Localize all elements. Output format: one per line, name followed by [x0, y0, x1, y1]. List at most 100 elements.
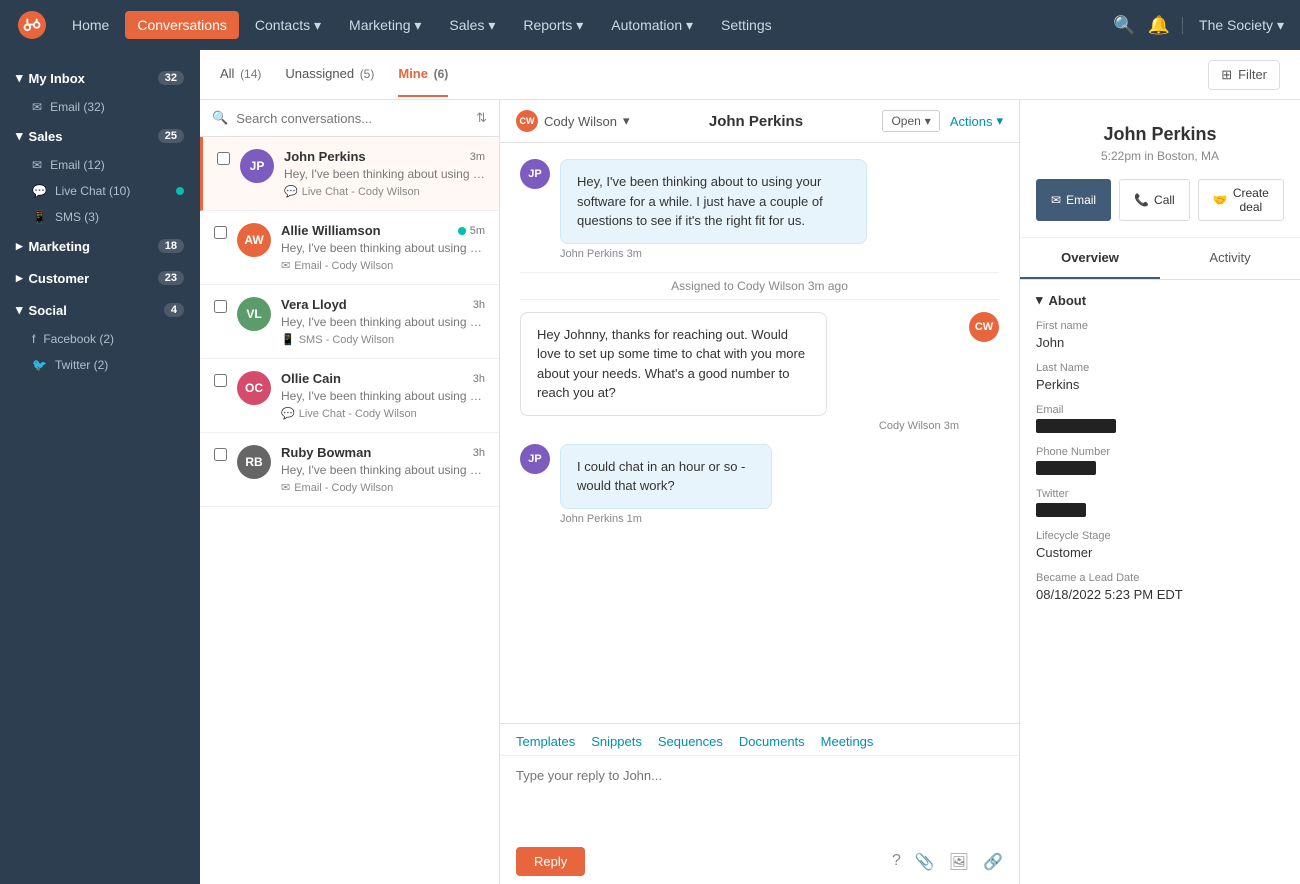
list-item[interactable]: AW Allie Williamson 5m Hey, I've been th… — [200, 211, 499, 285]
system-message: Assigned to Cody Wilson 3m ago — [520, 272, 999, 300]
tab-overview[interactable]: Overview — [1020, 238, 1160, 279]
list-item[interactable]: RB Ruby Bowman 3h Hey, I've been thinkin… — [200, 433, 499, 507]
nav-conversations[interactable]: Conversations — [125, 11, 239, 39]
conversation-checkbox[interactable] — [214, 374, 227, 387]
about-field-phone: Phone Number — [1036, 446, 1284, 476]
toolbar-sequences[interactable]: Sequences — [658, 734, 723, 749]
email-icon: ✉ — [281, 481, 290, 494]
conversation-items: JP John Perkins 3m Hey, I've been thinki… — [200, 137, 499, 884]
right-panel: John Perkins 5:22pm in Boston, MA ✉ Emai… — [1020, 100, 1300, 884]
conversation-checkbox[interactable] — [214, 300, 227, 313]
toolbar-templates[interactable]: Templates — [516, 734, 575, 749]
about-field-lastname: Last Name Perkins — [1036, 362, 1284, 392]
sort-icon[interactable]: ⇅ — [476, 110, 487, 126]
message-meta: Cody Wilson 3m — [520, 420, 959, 432]
nav-automation[interactable]: Automation ▾ — [599, 11, 705, 40]
chat-messages: JP Hey, I've been thinking about to usin… — [500, 143, 1019, 723]
online-indicator — [176, 187, 184, 195]
toolbar-documents[interactable]: Documents — [739, 734, 805, 749]
sidebar-section-social[interactable]: ▾ Social 4 — [0, 294, 200, 326]
notifications-icon[interactable]: 🔔 — [1148, 15, 1170, 36]
sidebar-section-marketing[interactable]: ▸ Marketing 18 — [0, 230, 200, 262]
message-bubble: Hey Johnny, thanks for reaching out. Wou… — [520, 312, 827, 416]
chevron-down-icon: ▾ — [1036, 292, 1043, 308]
tab-mine[interactable]: Mine (6) — [398, 52, 448, 97]
message-row: JP Hey, I've been thinking about to usin… — [520, 159, 999, 260]
deal-icon: 🤝 — [1213, 193, 1228, 207]
list-item[interactable]: VL Vera Lloyd 3h Hey, I've been thinking… — [200, 285, 499, 359]
toolbar-meetings[interactable]: Meetings — [821, 734, 874, 749]
conversation-checkbox[interactable] — [214, 448, 227, 461]
sidebar-item-sales-email[interactable]: ✉ Email (12) — [0, 152, 200, 178]
sidebar-section-customer[interactable]: ▸ Customer 23 — [0, 262, 200, 294]
conversation-search-bar: 🔍 ⇅ — [200, 100, 499, 137]
tab-unassigned[interactable]: Unassigned (5) — [285, 52, 374, 97]
actions-button[interactable]: Actions ▾ — [950, 113, 1003, 129]
search-icon[interactable]: 🔍 — [1113, 15, 1135, 36]
online-indicator — [458, 227, 466, 235]
reply-area: Templates Snippets Sequences Documents M… — [500, 723, 1019, 884]
reply-button[interactable]: Reply — [516, 847, 585, 876]
nav-settings[interactable]: Settings — [709, 11, 784, 39]
nav-reports[interactable]: Reports ▾ — [511, 11, 595, 40]
image-icon[interactable]: 🖼 — [949, 852, 969, 872]
email-icon: ✉ — [32, 158, 42, 172]
filter-button[interactable]: ⊞ Filter — [1208, 60, 1280, 90]
search-input[interactable] — [236, 111, 468, 126]
sidebar-item-sales-livechat[interactable]: 💬 Live Chat (10) — [0, 178, 200, 204]
about-section: ▾ About First name John Last Name Perkin… — [1020, 280, 1300, 626]
email-icon: ✉ — [281, 259, 290, 272]
sidebar-item-sales-sms[interactable]: 📱 SMS (3) — [0, 204, 200, 230]
list-item[interactable]: OC Ollie Cain 3h Hey, I've been thinking… — [200, 359, 499, 433]
avatar: JP — [520, 159, 550, 189]
reply-input[interactable] — [500, 756, 1019, 836]
link-icon[interactable]: 🔗 — [983, 852, 1003, 872]
status-badge[interactable]: Open ▾ — [882, 110, 939, 132]
nav-sales[interactable]: Sales ▾ — [437, 11, 507, 40]
attach-icon[interactable]: 📎 — [915, 852, 935, 872]
about-field-twitter: Twitter — [1036, 488, 1284, 518]
conversation-checkbox[interactable] — [214, 226, 227, 239]
avatar: AW — [237, 223, 271, 257]
assigned-to-indicator[interactable]: CW Cody Wilson ▾ — [516, 110, 630, 132]
avatar: CW — [969, 312, 999, 342]
about-header[interactable]: ▾ About — [1036, 292, 1284, 308]
phone-icon: 📞 — [1134, 193, 1149, 207]
tab-activity[interactable]: Activity — [1160, 238, 1300, 279]
sidebar-section-my-inbox[interactable]: ▾ My Inbox 32 — [0, 62, 200, 94]
nav-home[interactable]: Home — [60, 11, 121, 39]
list-item[interactable]: JP John Perkins 3m Hey, I've been thinki… — [200, 137, 499, 211]
chat-icon: 💬 — [284, 185, 298, 198]
email-contact-button[interactable]: ✉ Email — [1036, 179, 1111, 221]
nav-contacts[interactable]: Contacts ▾ — [243, 11, 333, 40]
reply-toolbar: Templates Snippets Sequences Documents M… — [500, 724, 1019, 756]
chevron-down-icon: ▾ — [16, 70, 23, 86]
tab-all[interactable]: All (14) — [220, 52, 261, 97]
hubspot-logo[interactable] — [16, 9, 48, 41]
toolbar-snippets[interactable]: Snippets — [591, 734, 642, 749]
about-field-lifecycle: Lifecycle Stage Customer — [1036, 530, 1284, 560]
conversation-checkbox[interactable] — [217, 152, 230, 165]
contact-time: 5:22pm in Boston, MA — [1036, 149, 1284, 163]
about-field-leaddate: Became a Lead Date 08/18/2022 5:23 PM ED… — [1036, 572, 1284, 602]
chevron-down-icon: ▾ — [623, 113, 630, 129]
facebook-icon: f — [32, 332, 35, 346]
chevron-right-icon: ▸ — [16, 270, 23, 286]
call-contact-button[interactable]: 📞 Call — [1119, 179, 1190, 221]
sidebar-section-sales[interactable]: ▾ Sales 25 — [0, 120, 200, 152]
sidebar-item-twitter[interactable]: 🐦 Twitter (2) — [0, 352, 200, 378]
sidebar-item-email-inbox[interactable]: ✉ Email (32) — [0, 94, 200, 120]
sidebar-item-facebook[interactable]: f Facebook (2) — [0, 326, 200, 352]
message-row: CW Hey Johnny, thanks for reaching out. … — [520, 312, 999, 432]
company-selector[interactable]: The Society ▾ — [1182, 17, 1284, 34]
conversation-list: 🔍 ⇅ JP John Perkins 3m — [200, 100, 500, 884]
nav-marketing[interactable]: Marketing ▾ — [337, 11, 433, 40]
sms-icon: 📱 — [281, 333, 295, 346]
contact-actions: ✉ Email 📞 Call 🤝 Create deal — [1036, 179, 1284, 221]
message-meta: John Perkins 3m — [560, 248, 999, 260]
chevron-down-icon: ▾ — [16, 128, 23, 144]
about-field-email: Email — [1036, 404, 1284, 434]
help-icon[interactable]: ? — [892, 852, 901, 872]
create-deal-button[interactable]: 🤝 Create deal — [1198, 179, 1284, 221]
chevron-down-icon: ▾ — [925, 114, 931, 128]
